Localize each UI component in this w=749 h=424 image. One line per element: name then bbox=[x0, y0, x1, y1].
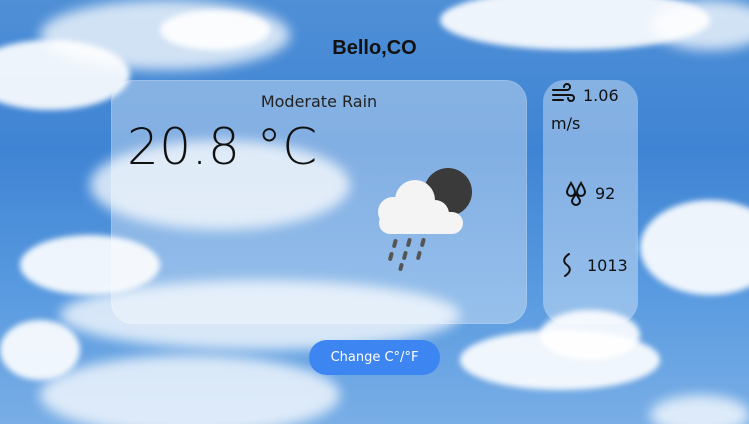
change-unit-button[interactable]: Change C°/°F bbox=[309, 340, 440, 375]
pressure-icon bbox=[563, 253, 571, 277]
pressure-value: 1013 bbox=[587, 255, 628, 275]
weather-stats-card: 1.06 m/s 92 1013 bbox=[543, 80, 638, 324]
wind-speed-value: 1.06 bbox=[583, 85, 619, 105]
temperature-value: 20.8 °C bbox=[127, 118, 318, 176]
wind-stat: 1.06 bbox=[551, 82, 619, 108]
droplets-icon bbox=[565, 181, 587, 206]
city-name: Bello,CO bbox=[332, 37, 417, 59]
humidity-value: 92 bbox=[595, 183, 616, 203]
weather-condition: Moderate Rain bbox=[260, 92, 378, 111]
rain-cloud-moon-icon bbox=[378, 168, 472, 271]
pressure-stat: 1013 bbox=[555, 252, 628, 278]
current-weather-card: Moderate Rain 20.8 °C bbox=[111, 80, 527, 324]
humidity-stat: 92 bbox=[563, 180, 615, 206]
wind-icon bbox=[552, 83, 575, 102]
wind-speed-unit: m/s bbox=[551, 114, 581, 133]
